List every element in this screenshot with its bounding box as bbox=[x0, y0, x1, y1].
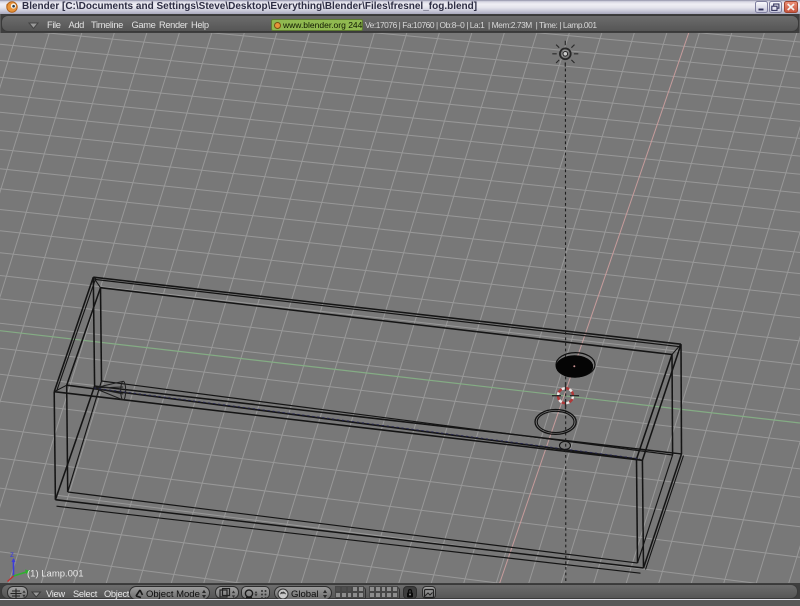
svg-text:z: z bbox=[10, 550, 14, 559]
svg-text:Global: Global bbox=[291, 589, 318, 600]
svg-text:Object Mode: Object Mode bbox=[146, 589, 200, 600]
svg-text:(1) Lamp.001: (1) Lamp.001 bbox=[27, 569, 84, 580]
